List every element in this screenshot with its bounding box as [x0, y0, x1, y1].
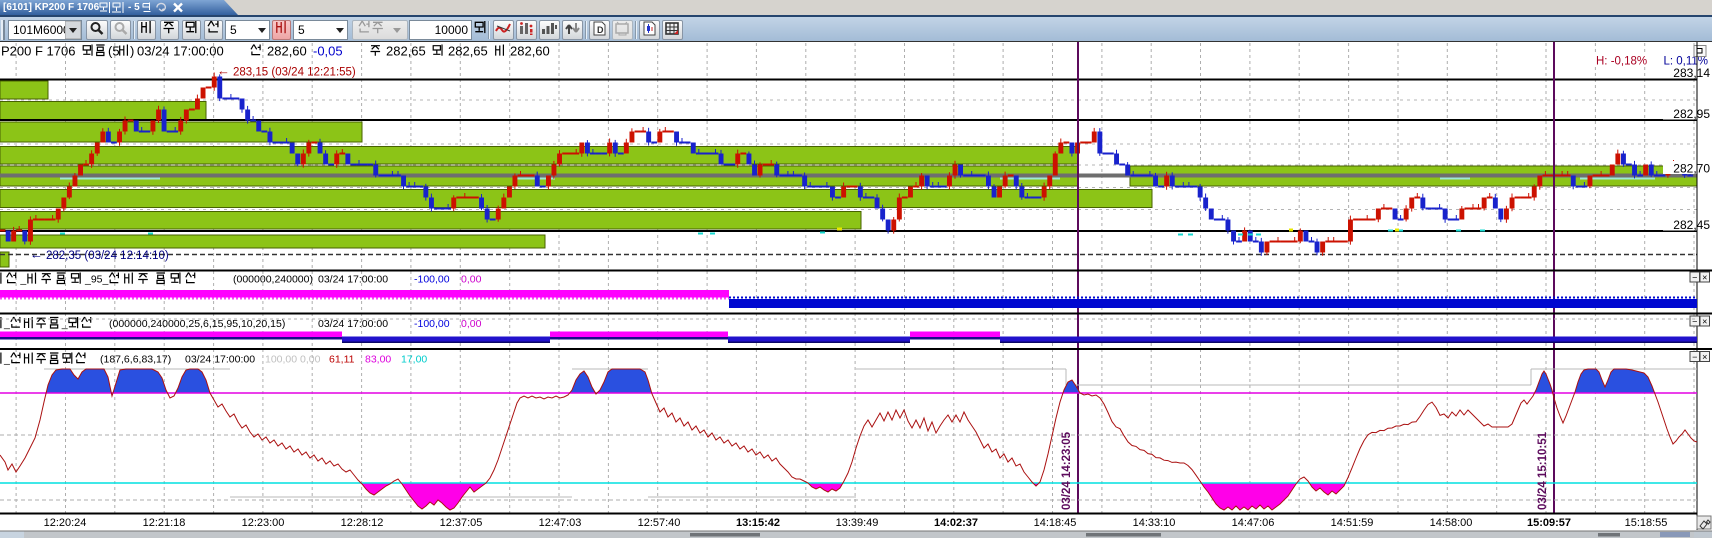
svg-text:−: − — [1692, 317, 1697, 327]
svg-text:282,70: 282,70 — [1673, 162, 1710, 176]
svg-text:←: ← — [30, 247, 43, 262]
svg-text:←: ← — [217, 63, 230, 78]
svg-text:282,65: 282,65 — [448, 44, 488, 59]
svg-text:03/24 14:23:05: 03/24 14:23:05 — [1061, 431, 1073, 510]
svg-text:(5: (5 — [108, 44, 120, 59]
svg-text:61,11: 61,11 — [329, 354, 355, 366]
svg-text:17,00: 17,00 — [401, 354, 427, 366]
svg-text:12:23:00: 12:23:00 — [242, 517, 285, 529]
svg-text:282,60: 282,60 — [510, 44, 550, 59]
svg-text:03/24 17:00:00: 03/24 17:00:00 — [137, 44, 224, 59]
svg-text:282,95: 282,95 — [1673, 107, 1710, 121]
svg-text:12:37:05: 12:37:05 — [440, 517, 483, 529]
svg-text:−: − — [1692, 352, 1697, 362]
svg-text:_: _ — [3, 318, 10, 330]
svg-text:−: − — [1692, 273, 1697, 283]
svg-text:12:21:18: 12:21:18 — [143, 517, 186, 529]
svg-text:13:15:42: 13:15:42 — [736, 517, 780, 529]
svg-text:14:18:45: 14:18:45 — [1034, 517, 1077, 529]
svg-text:(000000,240000,25,6,15,95,10,2: (000000,240000,25,6,15,95,10,20,15) — [109, 318, 285, 330]
svg-text:-0,05: -0,05 — [313, 44, 343, 59]
svg-text:14:58:00: 14:58:00 — [1430, 517, 1473, 529]
svg-text:03/24 17:00:00: 03/24 17:00:00 — [318, 274, 388, 286]
svg-text:282,60: 282,60 — [267, 44, 307, 59]
svg-text:_: _ — [19, 274, 26, 286]
svg-text:15:09:57: 15:09:57 — [1527, 517, 1571, 529]
svg-text:0,00: 0,00 — [461, 274, 482, 286]
svg-text:×: × — [1702, 317, 1707, 327]
svg-text:282,45: 282,45 — [1673, 218, 1710, 232]
svg-text:-100,00: -100,00 — [414, 274, 450, 286]
svg-text:_: _ — [3, 354, 10, 366]
svg-text:282,35 (03/24 12:14:10): 282,35 (03/24 12:14:10) — [46, 250, 169, 262]
svg-text:100,00 0,00: 100,00 0,00 — [265, 354, 321, 366]
svg-text:13:39:49: 13:39:49 — [836, 517, 879, 529]
svg-text:-100,00: -100,00 — [414, 318, 450, 330]
svg-text:(187,6,6,83,17): (187,6,6,83,17) — [100, 354, 171, 366]
svg-text:12:20:24: 12:20:24 — [44, 517, 87, 529]
svg-text:_95_: _95_ — [84, 274, 109, 286]
svg-text:×: × — [1702, 352, 1707, 362]
svg-text:83,00: 83,00 — [365, 354, 391, 366]
svg-text:282,65: 282,65 — [386, 44, 426, 59]
svg-text:D: D — [597, 25, 604, 35]
svg-text:03/24 15:10:51: 03/24 15:10:51 — [1537, 431, 1549, 510]
svg-text:×: × — [1702, 273, 1707, 283]
svg-text:14:51:59: 14:51:59 — [1331, 517, 1374, 529]
svg-text:P200 F 1706: P200 F 1706 — [1, 44, 75, 59]
svg-text:283,14: 283,14 — [1673, 66, 1710, 80]
svg-text:03/24 17:00:00: 03/24 17:00:00 — [185, 354, 255, 366]
svg-text:12:28:12: 12:28:12 — [341, 517, 384, 529]
svg-text:0,00: 0,00 — [461, 318, 482, 330]
svg-text:L: 0,11%: L: 0,11% — [1663, 56, 1708, 68]
svg-text:14:02:37: 14:02:37 — [934, 517, 978, 529]
svg-text:(000000,240000): (000000,240000) — [233, 274, 313, 286]
svg-text:283,15 (03/24 12:21:55): 283,15 (03/24 12:21:55) — [233, 67, 356, 79]
svg-text:14:33:10: 14:33:10 — [1133, 517, 1176, 529]
svg-text:03/24 17:00:00: 03/24 17:00:00 — [318, 318, 388, 330]
svg-text:15:18:55: 15:18:55 — [1625, 517, 1668, 529]
svg-text:): ) — [130, 44, 134, 59]
svg-text:12:57:40: 12:57:40 — [638, 517, 681, 529]
svg-text:H: -0,18%: H: -0,18% — [1596, 56, 1647, 68]
svg-text:12:47:03: 12:47:03 — [539, 517, 582, 529]
svg-text:_: _ — [61, 318, 68, 330]
svg-text:14:47:06: 14:47:06 — [1232, 517, 1275, 529]
